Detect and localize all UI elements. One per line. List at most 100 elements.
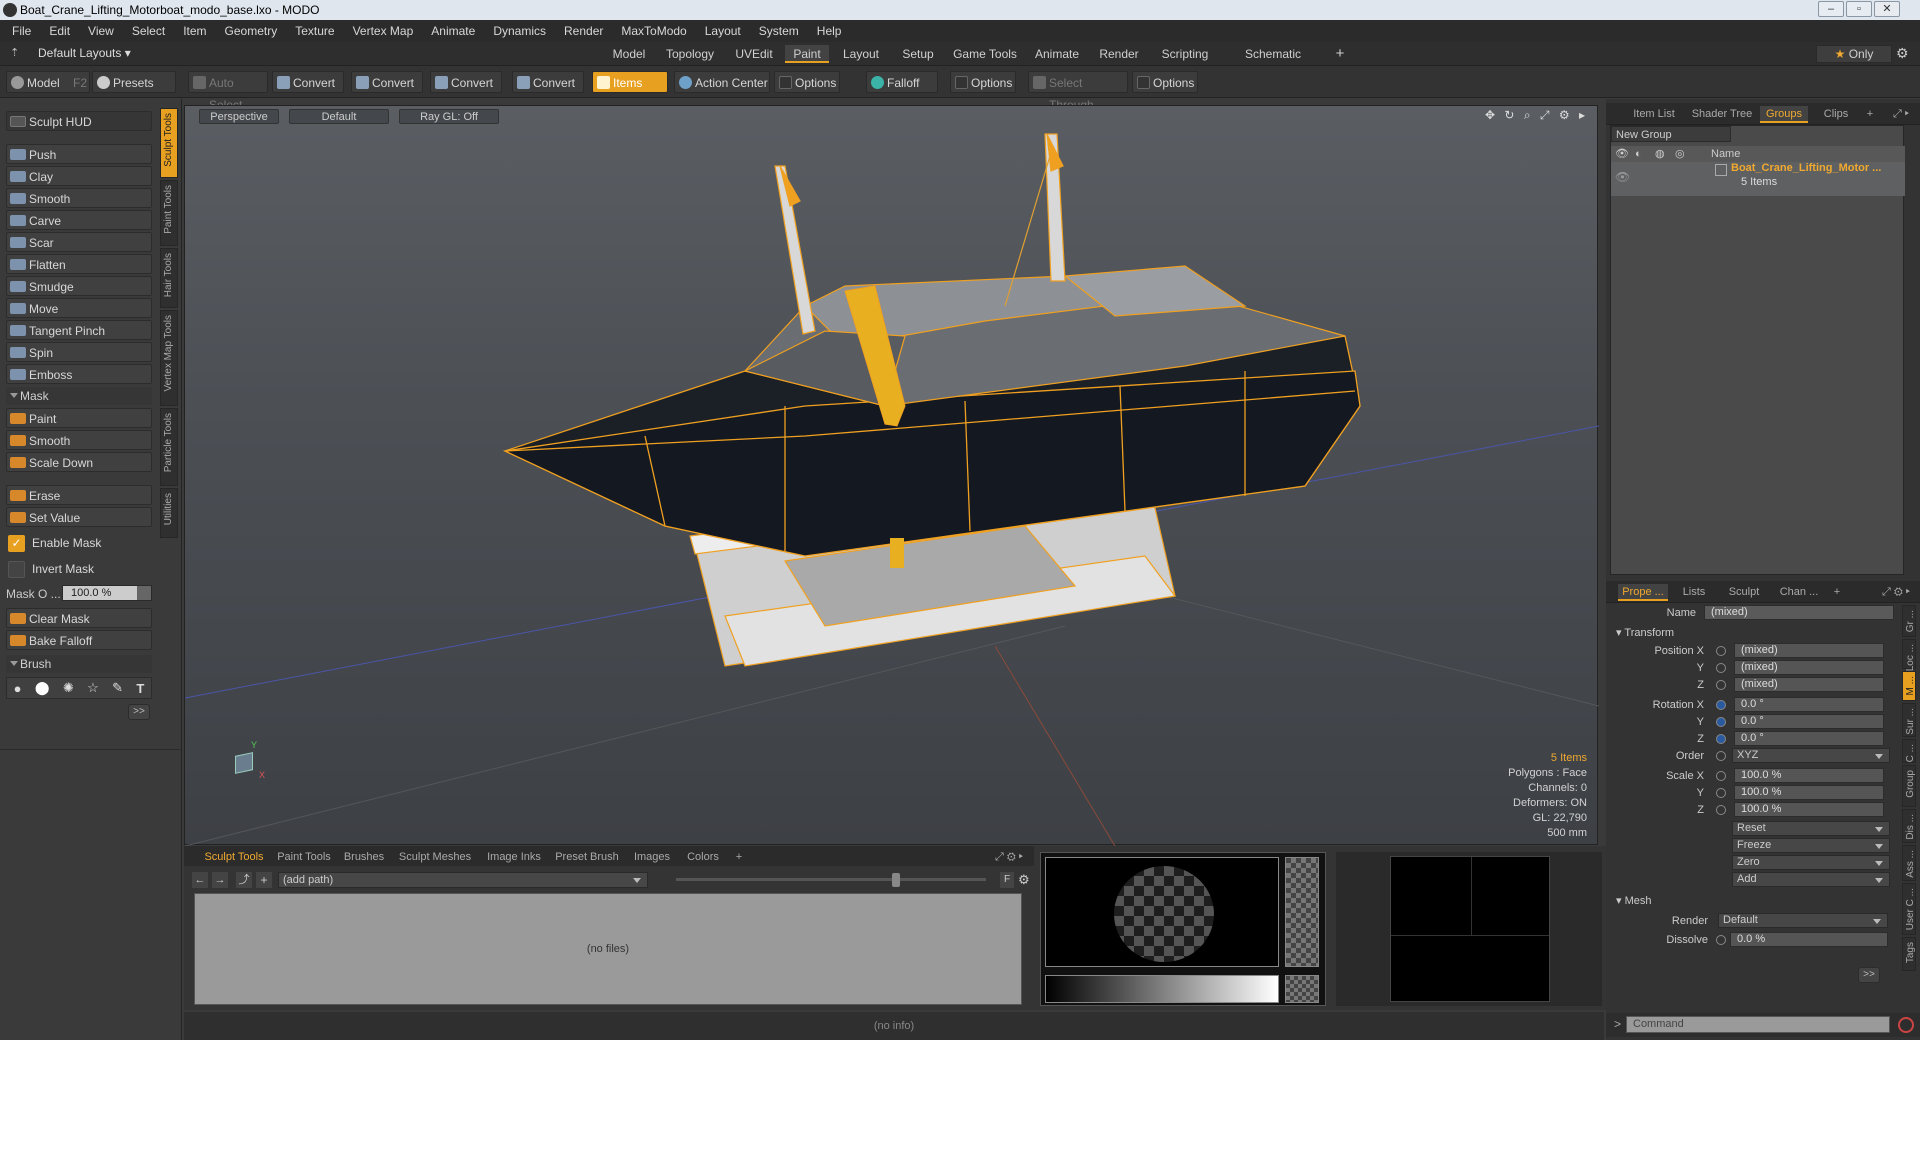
vtab-vertex-map-tools[interactable]: Vertex Map Tools: [160, 310, 178, 406]
position-y-anim-dot[interactable]: [1716, 663, 1726, 673]
mask-tool-scale-down[interactable]: Scale Down: [6, 452, 152, 472]
close-button[interactable]: ✕: [1874, 1, 1900, 17]
forward-arrow-icon[interactable]: →: [212, 872, 228, 888]
add-tab-icon[interactable]: +: [1862, 106, 1878, 123]
tab-layout[interactable]: Layout: [836, 45, 886, 63]
visibility-eye-icon[interactable]: 👁: [1615, 170, 1630, 184]
vtab-group[interactable]: Group: [1902, 765, 1916, 807]
tab-render[interactable]: Render: [1094, 45, 1144, 63]
tool-move[interactable]: Move: [6, 298, 152, 318]
invert-mask-toggle[interactable]: Invert Mask: [6, 558, 152, 580]
path-dropdown[interactable]: (add path): [278, 872, 648, 888]
position-z-field[interactable]: (mixed): [1734, 677, 1884, 692]
panel-options-icon[interactable]: ⤢ ⚙ ▸: [1876, 584, 1916, 601]
add-dropdown[interactable]: Add: [1732, 872, 1890, 887]
tab-uvedit[interactable]: UVEdit: [728, 45, 780, 63]
up-folder-icon[interactable]: ⤴: [236, 872, 252, 888]
vtab-sculpt-tools[interactable]: Sculpt Tools: [160, 108, 178, 178]
order-anim-dot[interactable]: [1716, 751, 1726, 761]
new-group-button[interactable]: New Group: [1611, 126, 1731, 142]
options-button-1[interactable]: Options: [774, 71, 840, 93]
add-path-icon[interactable]: +: [256, 872, 272, 888]
menu-animate[interactable]: Animate: [431, 24, 475, 38]
convert-button-3[interactable]: Convert: [430, 71, 502, 93]
tab-images[interactable]: Images: [628, 848, 676, 866]
set-value-button[interactable]: Set Value: [6, 507, 152, 527]
position-y-field[interactable]: (mixed): [1734, 660, 1884, 675]
vtab-dis[interactable]: Dis ...: [1902, 809, 1916, 843]
sculpt-hud-button[interactable]: Sculpt HUD: [6, 111, 152, 131]
vtab-gr[interactable]: Gr ...: [1902, 605, 1916, 637]
vtab-hair-tools[interactable]: Hair Tools: [160, 248, 178, 308]
mask-tool-paint[interactable]: Paint: [6, 408, 152, 428]
menu-maxtomodo[interactable]: MaxToModo: [621, 24, 686, 38]
reset-dropdown[interactable]: Reset: [1732, 821, 1890, 836]
menu-file[interactable]: File: [12, 24, 31, 38]
panel-options-icon[interactable]: ⤢ ▸: [1886, 106, 1916, 123]
convert-button-1[interactable]: Convert: [272, 71, 344, 93]
mesh-section[interactable]: ▾ Mesh: [1616, 893, 1651, 910]
convert-button-4[interactable]: Convert: [512, 71, 584, 93]
menu-render[interactable]: Render: [564, 24, 603, 38]
vtab-ass[interactable]: Ass ...: [1902, 845, 1916, 881]
tab-preset-brush[interactable]: Preset Brush: [552, 848, 622, 866]
items-mode-button[interactable]: Items: [592, 71, 668, 93]
menu-layout[interactable]: Layout: [705, 24, 741, 38]
color-preview[interactable]: [1390, 856, 1550, 1002]
tab-image-inks[interactable]: Image Inks: [482, 848, 546, 866]
auto-select-button[interactable]: Auto Select: [188, 71, 268, 112]
tab-channels[interactable]: Chan ...: [1774, 584, 1824, 601]
position-z-anim-dot[interactable]: [1716, 680, 1726, 690]
menu-vertex-map[interactable]: Vertex Map: [353, 24, 414, 38]
thumbnail-size-slider[interactable]: [676, 878, 986, 881]
eye-icon[interactable]: 👁: [1615, 146, 1629, 162]
vtab-sur[interactable]: Sur ...: [1902, 703, 1916, 737]
options-button-3[interactable]: Options: [1132, 71, 1198, 93]
brush-section-header[interactable]: Brush: [6, 655, 152, 673]
vtab-loc[interactable]: Loc ...: [1902, 639, 1916, 671]
tab-sculpt-tools[interactable]: Sculpt Tools: [202, 848, 266, 866]
mask-tool-smooth[interactable]: Smooth: [6, 430, 152, 450]
name-field[interactable]: (mixed): [1704, 605, 1894, 620]
slider-handle[interactable]: [137, 586, 151, 600]
vtab-particle-tools[interactable]: Particle Tools: [160, 408, 178, 486]
slider-handle[interactable]: [892, 873, 900, 887]
gear-icon[interactable]: ⚙: [1896, 45, 1909, 62]
tab-topology[interactable]: Topology: [662, 45, 718, 63]
model-mode-button[interactable]: Model F2: [6, 71, 90, 93]
presets-button[interactable]: Presets F6: [92, 71, 176, 112]
menu-geometry[interactable]: Geometry: [225, 24, 278, 38]
rotation-x-anim-dot[interactable]: [1716, 700, 1726, 710]
mask-section-header[interactable]: Mask: [6, 387, 152, 405]
bake-falloff-button[interactable]: Bake Falloff: [6, 630, 152, 650]
only-toggle[interactable]: ★ Only: [1816, 45, 1892, 63]
tool-tangent-pinch[interactable]: Tangent Pinch: [6, 320, 152, 340]
position-x-field[interactable]: (mixed): [1734, 643, 1884, 658]
rotation-y-field[interactable]: 0.0 °: [1734, 714, 1884, 729]
vtab-m[interactable]: M ...: [1902, 671, 1916, 701]
add-tab-icon[interactable]: +: [732, 848, 746, 866]
add-tab-button[interactable]: +: [1330, 45, 1350, 63]
tool-smudge[interactable]: Smudge: [6, 276, 152, 296]
menu-view[interactable]: View: [88, 24, 114, 38]
tab-model[interactable]: Model: [606, 45, 652, 63]
tab-brushes[interactable]: Brushes: [340, 848, 388, 866]
clear-mask-button[interactable]: Clear Mask: [6, 608, 152, 628]
gear-icon[interactable]: ⚙: [1018, 872, 1030, 888]
maximize-button[interactable]: ▫: [1846, 1, 1872, 17]
layout-up-icon[interactable]: ⇡: [10, 46, 19, 59]
tool-scar[interactable]: Scar: [6, 232, 152, 252]
tool-emboss[interactable]: Emboss: [6, 364, 152, 384]
tool-carve[interactable]: Carve: [6, 210, 152, 230]
tool-flatten[interactable]: Flatten: [6, 254, 152, 274]
vtab-c[interactable]: C ...: [1902, 739, 1916, 763]
vtab-paint-tools[interactable]: Paint Tools: [160, 180, 178, 246]
select-through-button[interactable]: Select Through: [1028, 71, 1128, 112]
render-icon[interactable]: ◍: [1655, 146, 1665, 162]
scale-y-field[interactable]: 100.0 %: [1734, 785, 1884, 800]
layout-select[interactable]: Default Layouts ▾: [38, 46, 131, 60]
hard-brush-icon[interactable]: ⬤: [35, 680, 50, 696]
menu-dynamics[interactable]: Dynamics: [493, 24, 546, 38]
tool-clay[interactable]: Clay: [6, 166, 152, 186]
add-tab-icon[interactable]: +: [1830, 584, 1844, 601]
